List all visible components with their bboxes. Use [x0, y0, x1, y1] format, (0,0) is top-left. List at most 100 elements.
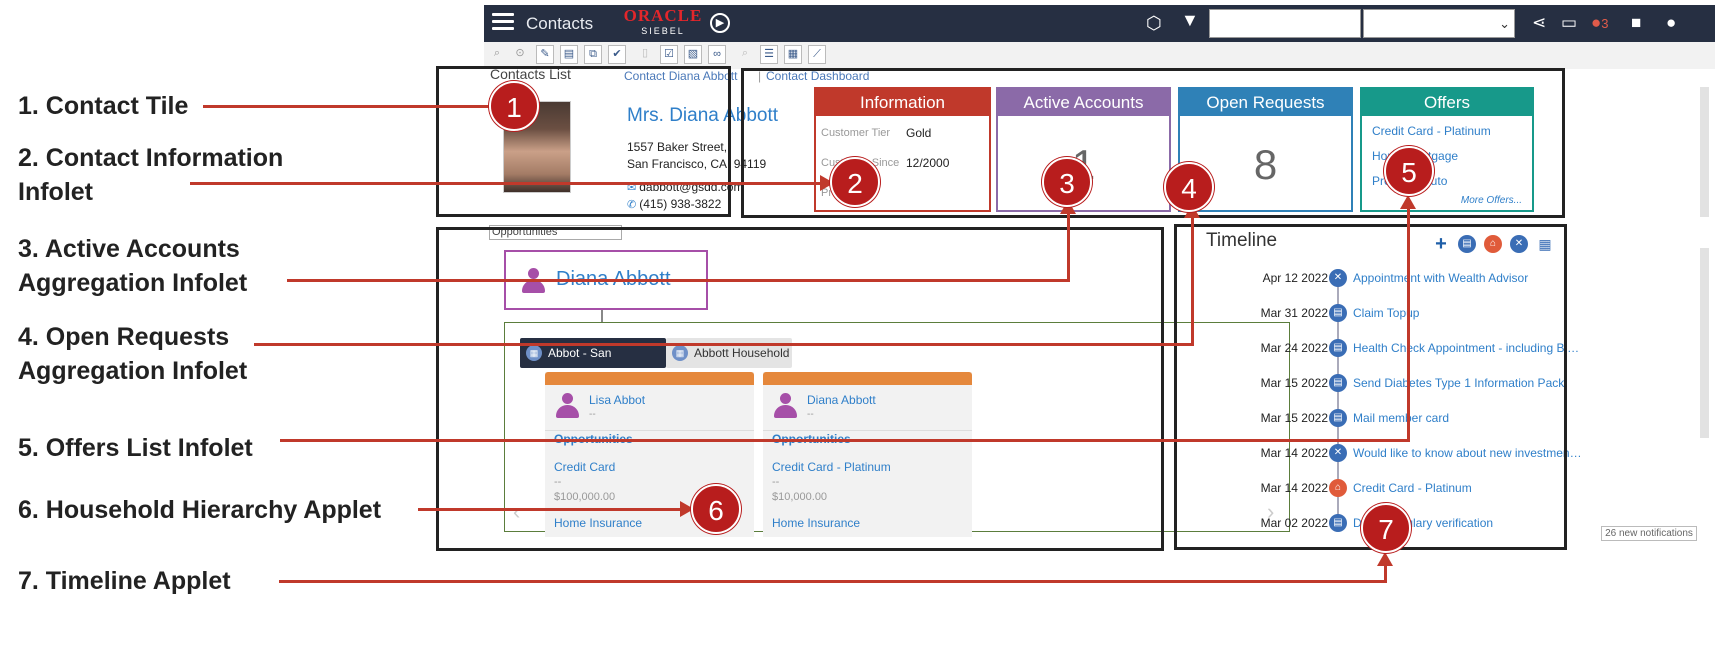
household-member-card[interactable]: Diana Abbott -- Opportunities Credit Car…	[763, 372, 972, 537]
leader-line-3	[287, 279, 1070, 282]
timeline-entry-link[interactable]: Claim Topup	[1353, 306, 1583, 320]
more-offers-link[interactable]: More Offers...	[1461, 195, 1522, 206]
timeline-tools-icon: ✕	[1329, 444, 1347, 462]
timeline-tools-icon[interactable]: ✕	[1510, 235, 1528, 253]
breadcrumb-contact-link[interactable]: Contact Diana Abbott	[624, 69, 737, 83]
timeline-entry[interactable]: Mar 14 2022 ✕ Would like to know about new…	[1196, 444, 1696, 464]
timeline-doc-icon: ▤	[1329, 409, 1347, 427]
timeline-doc-icon: ▤	[1329, 374, 1347, 392]
timeline-entry-date: Mar 14 2022	[1260, 481, 1328, 495]
timeline-entry[interactable]: Mar 15 2022 ▤ Send Diabetes Type 1 Informa…	[1196, 374, 1696, 394]
timeline-entry-date: Mar 31 2022	[1260, 306, 1328, 320]
go-icon[interactable]: ⊙	[511, 45, 529, 64]
search-input[interactable]	[1209, 9, 1361, 38]
opportunity-sub: --	[772, 476, 780, 488]
chevron-left-icon[interactable]: ‹	[513, 499, 520, 525]
person-icon	[554, 393, 580, 419]
calendar-icon[interactable]: ▦	[1536, 235, 1554, 253]
timeline-doc-icon: ▤	[1329, 339, 1347, 357]
hierarchy-connector	[601, 310, 603, 322]
timeline-entry-link[interactable]: Mail member card	[1353, 411, 1583, 425]
form-view-icon[interactable]: ▦	[784, 45, 802, 64]
leader-line-5-vertical	[1407, 207, 1410, 442]
paste-icon[interactable]: ▧	[684, 45, 702, 64]
add-icon[interactable]: +	[1432, 234, 1450, 254]
household-icon: ▦	[672, 345, 688, 361]
timeline-entry-link[interactable]: Would like to know about new investment …	[1353, 446, 1583, 460]
link-icon[interactable]: ∞	[708, 45, 726, 64]
search-scope-select[interactable]: ⌄	[1363, 9, 1515, 38]
timeline-entry-link[interactable]: Send Diabetes Type 1 Information Pack	[1353, 376, 1583, 390]
siebel-app: Contacts ORACLE SIEBEL ▶ ⬡ ▼ ⌄ ⋖ ▭ ●3 ■ …	[484, 5, 1715, 671]
timeline-entry[interactable]: Mar 31 2022 ▤ Claim Topup	[1196, 304, 1696, 324]
user-profile-icon[interactable]: ●	[1666, 13, 1676, 33]
badge-5: 5	[1384, 146, 1434, 196]
timeline-entry[interactable]: Mar 14 2022 ⌂ Credit Card - Platinum	[1196, 479, 1696, 499]
timeline-entry-link[interactable]: Health Check Appointment - including Blo…	[1353, 341, 1583, 355]
list-view-icon[interactable]: ☰	[760, 45, 778, 64]
checklist-icon[interactable]: ✔	[608, 45, 626, 64]
copy-record-icon[interactable]: ⧉	[584, 45, 602, 64]
open-requests-title: Open Requests	[1180, 89, 1351, 116]
clipboard-check-icon[interactable]: ☑	[660, 45, 678, 64]
leader-line-4	[254, 343, 1194, 346]
new-notifications-badge[interactable]: 26 new notifications	[1601, 526, 1697, 541]
cube-icon[interactable]: ⬡	[1146, 13, 1162, 34]
offer-item[interactable]: Credit Card - Platinum	[1372, 124, 1491, 138]
timeline-scrollbar[interactable]	[1700, 248, 1709, 438]
new-record-icon[interactable]: ▤	[560, 45, 578, 64]
timeline-entry[interactable]: Mar 15 2022 ▤ Mail member card	[1196, 409, 1696, 429]
chart-view-icon[interactable]: ⟋	[808, 45, 826, 64]
timeline-entry[interactable]: Apr 12 2022 ✕ Appointment with Wealth Advi…	[1196, 269, 1696, 289]
timeline-entry-date: Apr 12 2022	[1262, 271, 1328, 285]
timeline-offer-icon[interactable]: ⌂	[1484, 235, 1502, 253]
notifications-icon[interactable]: ●3	[1591, 13, 1609, 33]
opportunity-link[interactable]: Home Insurance	[554, 516, 642, 530]
person-icon	[772, 393, 798, 419]
chat-icon[interactable]: ▭	[1561, 13, 1577, 33]
annotation-label: 2. Contact Information Infolet	[18, 144, 284, 206]
timeline-entry-link[interactable]: Appointment with Wealth Advisor	[1353, 271, 1583, 285]
leader-line-3-vertical	[1067, 212, 1070, 282]
member-name[interactable]: Diana Abbott	[807, 393, 876, 407]
opportunity-link[interactable]: Credit Card	[554, 460, 615, 474]
screen-title: Contacts	[526, 14, 594, 33]
timeline-entry-date: Mar 15 2022	[1260, 411, 1328, 425]
opportunity-link[interactable]: Home Insurance	[772, 516, 860, 530]
badge-7: 7	[1361, 503, 1411, 553]
navigate-forward-icon[interactable]: ▶	[710, 13, 730, 33]
logo-siebel-text: SIEBEL	[641, 26, 685, 36]
contact-street: 1557 Baker Street,	[627, 140, 728, 154]
leader-line-2	[190, 182, 822, 185]
badge-4: 4	[1164, 162, 1214, 212]
arrowhead-5	[1400, 195, 1416, 209]
timeline-tools-icon: ✕	[1329, 269, 1347, 287]
annotation-label: 5. Offers List Infolet	[18, 434, 253, 462]
opportunity-link[interactable]: Credit Card - Platinum	[772, 460, 891, 474]
household-view-select[interactable]: Opportunities	[489, 225, 622, 240]
offers-infolet: Offers Credit Card - Platinum Home Mortg…	[1360, 87, 1534, 212]
query-icon[interactable]: ⌕	[488, 45, 506, 64]
breadcrumb-dashboard-link[interactable]: Contact Dashboard	[766, 69, 869, 83]
share-icon[interactable]: ⋖	[1532, 13, 1546, 33]
timeline-entry-link[interactable]: Credit Card - Platinum	[1353, 481, 1583, 495]
contact-name[interactable]: Mrs. Diana Abbott	[627, 105, 778, 127]
timeline-offer-icon: ⌂	[1329, 479, 1347, 497]
timeline-doc-icon[interactable]: ▤	[1458, 235, 1476, 253]
member-sub: --	[807, 409, 814, 420]
view-select[interactable]: Contacts List	[490, 67, 571, 81]
infolet-scrollbar[interactable]	[1700, 87, 1709, 217]
timeline-entry[interactable]: Mar 24 2022 ▤ Health Check Appointment - i…	[1196, 339, 1696, 359]
household-icon: ▦	[526, 345, 542, 361]
timeline-entry-date: Mar 02 2022	[1260, 516, 1328, 530]
edit-icon[interactable]: ✎	[536, 45, 554, 64]
member-name[interactable]: Lisa Abbot	[589, 393, 645, 407]
contact-phone-row[interactable]: ✆ (415) 938-3822	[627, 197, 721, 211]
hamburger-menu-icon[interactable]	[492, 13, 514, 33]
member-sub: --	[589, 409, 596, 420]
video-icon[interactable]: ■	[1631, 13, 1641, 33]
dropdown-arrow-icon[interactable]: ▼	[1181, 10, 1199, 31]
offers-title: Offers	[1362, 89, 1532, 116]
timeline-applet: Timeline + ▤ ⌂ ✕ ▦ Apr 12 2022 ✕ Appointme…	[1196, 227, 1715, 547]
top-bar: Contacts ORACLE SIEBEL ▶ ⬡ ▼ ⌄ ⋖ ▭ ●3 ■ …	[484, 5, 1715, 42]
